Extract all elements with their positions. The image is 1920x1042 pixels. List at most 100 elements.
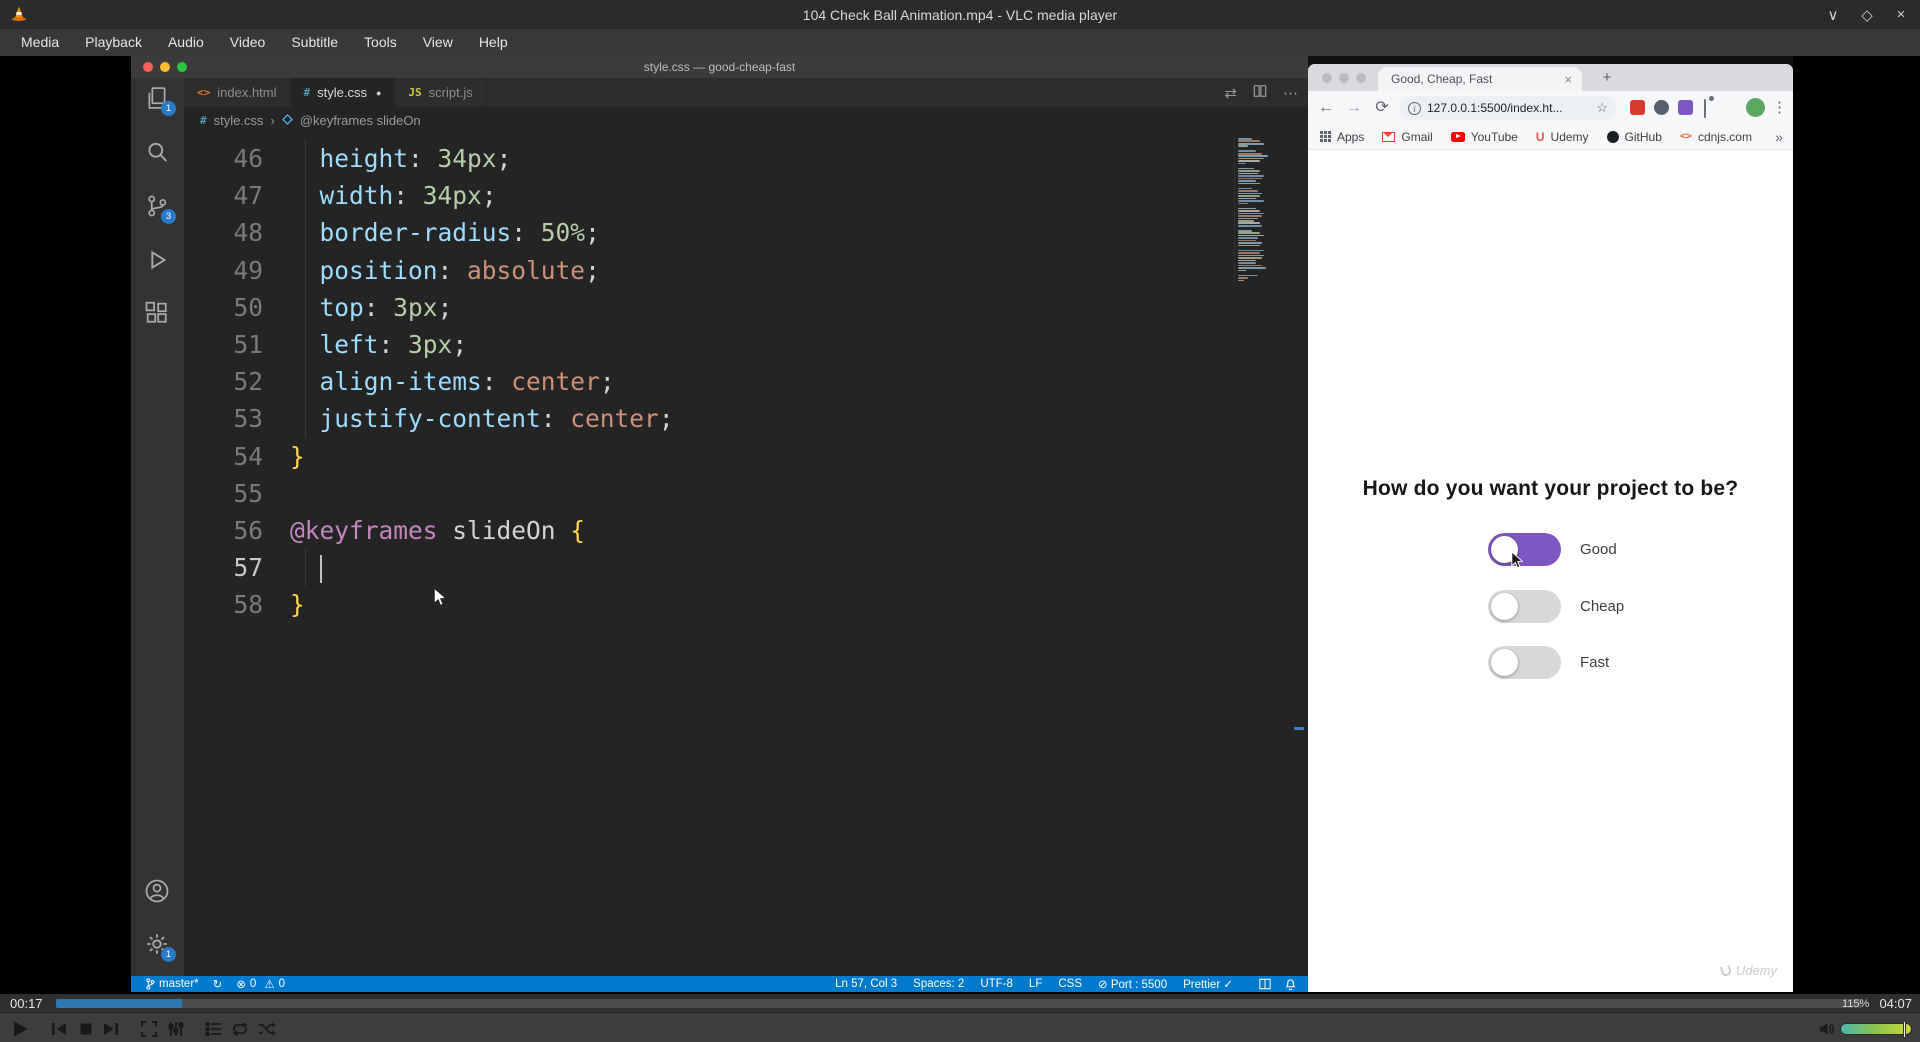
maximize-button[interactable]: ◇ bbox=[1858, 6, 1876, 24]
menu-video[interactable]: Video bbox=[217, 29, 279, 56]
status-item[interactable]: Ln 57, Col 3 bbox=[835, 978, 897, 990]
next-button[interactable] bbox=[101, 1019, 121, 1039]
site-info-icon[interactable]: i bbox=[1408, 101, 1421, 115]
seek-slider[interactable] bbox=[56, 999, 1862, 1008]
new-tab-button[interactable]: + bbox=[1596, 67, 1618, 89]
breadcrumb-file[interactable]: style.css bbox=[214, 113, 264, 128]
toggle-cheap[interactable] bbox=[1488, 589, 1561, 623]
bookmarks-overflow-icon[interactable]: » bbox=[1775, 129, 1783, 145]
menu-audio[interactable]: Audio bbox=[155, 29, 217, 56]
traffic-light-minimize[interactable] bbox=[1339, 73, 1349, 83]
volume-slider[interactable] bbox=[1840, 1021, 1912, 1038]
bookmark-label: cdnjs.com bbox=[1697, 129, 1752, 144]
playlist-button[interactable] bbox=[204, 1019, 224, 1039]
traffic-light-close[interactable] bbox=[143, 62, 153, 72]
code-line[interactable]: 47 width: 34px; bbox=[184, 177, 1308, 214]
git-branch-indicator[interactable]: master* bbox=[145, 978, 199, 990]
menu-help[interactable]: Help bbox=[466, 29, 521, 56]
explorer-icon[interactable]: 1 bbox=[143, 84, 176, 116]
more-actions-icon[interactable]: ⋯ bbox=[1283, 84, 1298, 102]
extended-settings-button[interactable] bbox=[166, 1019, 186, 1039]
code-line[interactable]: 52 align-items: center; bbox=[184, 363, 1308, 400]
bookmark-cdnjs-com[interactable]: <> cdnjs.com bbox=[1680, 130, 1752, 144]
code-line[interactable]: 57 bbox=[184, 549, 1308, 586]
search-icon[interactable] bbox=[143, 138, 171, 166]
code-editor[interactable]: 46 height: 34px; 47 width: 34px; 48 border… bbox=[184, 134, 1308, 976]
code-line[interactable]: 46 height: 34px; bbox=[184, 140, 1308, 177]
compare-changes-icon[interactable]: ⇄ bbox=[1224, 84, 1237, 102]
status-item[interactable]: ⊘ Port : 5500 bbox=[1098, 977, 1167, 991]
shuffle-button[interactable] bbox=[256, 1019, 276, 1039]
traffic-light-zoom[interactable] bbox=[1356, 73, 1366, 83]
menu-media[interactable]: Media bbox=[8, 29, 72, 56]
fullscreen-button[interactable] bbox=[139, 1019, 159, 1039]
status-item[interactable]: LF bbox=[1029, 978, 1042, 990]
code-line[interactable]: 56 @keyframes slideOn { bbox=[184, 512, 1308, 549]
split-editor-icon[interactable] bbox=[1253, 84, 1267, 102]
code-line[interactable]: 48 border-radius: 50%; bbox=[184, 214, 1308, 251]
extensions-puzzle-icon[interactable] bbox=[1704, 99, 1706, 118]
bookmark-youtube[interactable]: YouTube bbox=[1450, 130, 1518, 144]
code-line[interactable]: 50 top: 3px; bbox=[184, 289, 1308, 326]
previous-button[interactable] bbox=[49, 1019, 69, 1039]
run-debug-icon[interactable] bbox=[143, 246, 171, 274]
code-line[interactable]: 49 position: absolute; bbox=[184, 252, 1308, 289]
toggle-fast[interactable] bbox=[1488, 646, 1561, 679]
menu-playback[interactable]: Playback bbox=[72, 29, 155, 56]
bookmark-github[interactable]: GitHub bbox=[1606, 130, 1662, 144]
extension-shield-icon[interactable] bbox=[1630, 100, 1645, 115]
extension-circle-icon[interactable] bbox=[1654, 100, 1669, 115]
close-button[interactable]: × bbox=[1892, 6, 1910, 23]
volume-icon[interactable] bbox=[1818, 1019, 1838, 1039]
traffic-light-minimize[interactable] bbox=[160, 62, 170, 72]
sync-icon[interactable]: ↻ bbox=[213, 977, 223, 991]
tab-close-icon[interactable]: × bbox=[1564, 72, 1572, 87]
extension-square-icon[interactable] bbox=[1678, 100, 1693, 115]
code-line[interactable]: 55 bbox=[184, 475, 1308, 512]
minimize-button[interactable]: ∨ bbox=[1824, 6, 1842, 24]
menu-subtitle[interactable]: Subtitle bbox=[278, 29, 351, 56]
back-button[interactable]: ← bbox=[1316, 91, 1336, 124]
status-item[interactable]: Spaces: 2 bbox=[913, 978, 964, 990]
breadcrumb-symbol[interactable]: @keyframes slideOn bbox=[300, 113, 421, 128]
browser-menu-icon[interactable]: ⋮ bbox=[1772, 91, 1787, 124]
file-type-icon: # bbox=[303, 86, 311, 99]
breadcrumb: # style.css › @keyframes slideOn bbox=[184, 107, 1308, 134]
minimap[interactable] bbox=[1234, 138, 1290, 283]
menu-view[interactable]: View bbox=[410, 29, 466, 56]
traffic-light-close[interactable] bbox=[1322, 73, 1332, 83]
profile-avatar[interactable] bbox=[1746, 98, 1765, 117]
editor-layout-icon[interactable] bbox=[1259, 978, 1271, 990]
reload-button[interactable]: ⟳ bbox=[1372, 91, 1392, 124]
forward-button[interactable]: → bbox=[1344, 91, 1364, 124]
status-item[interactable]: UTF-8 bbox=[980, 978, 1013, 990]
bookmark-apps[interactable]: Apps bbox=[1320, 130, 1364, 144]
status-item[interactable]: Prettier ✓ bbox=[1183, 977, 1233, 991]
bookmark-star-icon[interactable]: ☆ bbox=[1596, 100, 1608, 116]
code-line[interactable]: 58} bbox=[184, 586, 1308, 623]
code-line[interactable]: 54} bbox=[184, 438, 1308, 475]
notifications-bell-icon[interactable] bbox=[1285, 978, 1296, 990]
bookmark-gmail[interactable]: Gmail bbox=[1382, 130, 1433, 144]
video-area[interactable]: style.css — good-cheap-fast <> index.html… bbox=[0, 56, 1920, 994]
browser-tab[interactable]: Good, Cheap, Fast × bbox=[1378, 67, 1582, 91]
editor-tab-script.js[interactable]: JS script.js bbox=[395, 78, 487, 107]
code-line[interactable]: 53 justify-content: center; bbox=[184, 400, 1308, 437]
editor-tab-index.html[interactable]: <> index.html bbox=[184, 78, 291, 107]
extensions-icon[interactable] bbox=[143, 299, 171, 327]
traffic-light-zoom[interactable] bbox=[177, 62, 187, 72]
volume-handle[interactable] bbox=[1903, 1021, 1907, 1038]
code-line[interactable]: 51 left: 3px; bbox=[184, 326, 1308, 363]
account-icon[interactable] bbox=[143, 877, 171, 905]
bookmark-udemy[interactable]: U Udemy bbox=[1536, 130, 1589, 144]
settings-gear-icon[interactable]: 1 bbox=[143, 930, 176, 962]
play-button[interactable] bbox=[10, 1019, 30, 1039]
address-bar[interactable]: i 127.0.0.1:5500/index.ht... ☆ bbox=[1400, 96, 1616, 120]
menu-tools[interactable]: Tools bbox=[351, 29, 410, 56]
editor-tab-style.css[interactable]: # style.css ● bbox=[290, 78, 396, 107]
problems-indicator[interactable]: ⊗ 0 ⚠ 0 bbox=[236, 977, 285, 991]
status-item[interactable]: CSS bbox=[1058, 978, 1082, 990]
source-control-icon[interactable]: 3 bbox=[143, 192, 176, 224]
loop-button[interactable] bbox=[230, 1019, 250, 1039]
stop-button[interactable] bbox=[76, 1019, 96, 1039]
